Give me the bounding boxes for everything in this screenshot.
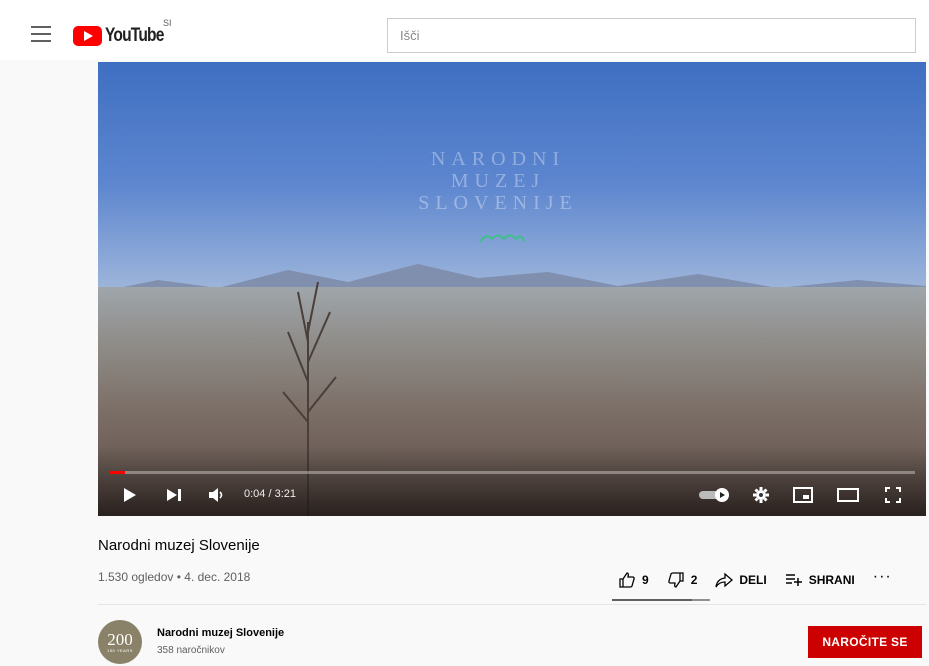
miniplayer-button[interactable] xyxy=(792,485,814,505)
share-icon xyxy=(715,572,734,588)
video-player[interactable]: NARODNI MUZEJ SLOVENIJE 0:04 / 3:21 xyxy=(98,62,926,516)
playlist-add-icon xyxy=(785,574,802,586)
autoplay-toggle-icon xyxy=(699,488,729,502)
thumbs-down-icon xyxy=(667,572,684,588)
divider xyxy=(98,604,926,605)
share-button[interactable]: DELI xyxy=(715,572,767,588)
next-button[interactable] xyxy=(164,485,184,505)
channel-avatar[interactable]: 200 150 YEARS xyxy=(98,620,142,664)
fullscreen-button[interactable] xyxy=(882,485,904,505)
video-overlay-title: NARODNI MUZEJ SLOVENIJE xyxy=(418,148,578,214)
progress-played xyxy=(109,471,126,474)
volume-button[interactable] xyxy=(206,485,228,505)
autoplay-toggle[interactable] xyxy=(698,485,732,505)
progress-bar[interactable] xyxy=(109,471,915,474)
play-icon xyxy=(124,488,136,502)
avatar-logo-subtext: 150 YEARS xyxy=(107,647,133,653)
more-actions-button[interactable]: ··· xyxy=(873,568,892,586)
video-actions: 9 2 DELI SHRANI ··· xyxy=(618,568,892,592)
controls-gradient xyxy=(98,446,926,516)
play-logo-icon xyxy=(73,26,102,46)
theater-mode-button[interactable] xyxy=(836,485,860,505)
video-title: Narodni muzej Slovenije xyxy=(98,537,260,554)
like-count: 9 xyxy=(642,573,649,587)
menu-icon[interactable] xyxy=(31,26,51,42)
masthead: YouTube SI xyxy=(0,0,929,60)
youtube-logo[interactable]: YouTube SI xyxy=(73,18,176,46)
sentiment-like-fill xyxy=(612,599,693,601)
logo-text: YouTube xyxy=(105,25,164,46)
gear-icon xyxy=(753,487,769,503)
sentiment-bar xyxy=(612,599,710,601)
fullscreen-icon xyxy=(885,487,901,503)
video-meta: 1.530 ogledov • 4. dec. 2018 xyxy=(98,570,251,584)
channel-name[interactable]: Narodni muzej Slovenije xyxy=(157,627,284,639)
save-button[interactable]: SHRANI xyxy=(785,573,855,587)
subscribe-button[interactable]: NAROČITE SE xyxy=(808,626,922,658)
country-code: SI xyxy=(163,18,172,28)
miniplayer-icon xyxy=(793,487,813,503)
search-box xyxy=(387,18,916,53)
next-icon xyxy=(167,489,181,501)
play-button[interactable] xyxy=(120,485,140,505)
share-label: DELI xyxy=(739,573,767,587)
settings-button[interactable] xyxy=(750,485,772,505)
search-input[interactable] xyxy=(388,19,915,52)
volume-icon xyxy=(209,488,223,502)
theater-icon xyxy=(837,488,859,502)
subscriber-count: 358 naročnikov xyxy=(157,645,225,656)
dislike-count: 2 xyxy=(690,573,698,587)
dislike-button[interactable]: 2 xyxy=(667,571,698,589)
like-button[interactable]: 9 xyxy=(618,571,649,589)
time-display: 0:04 / 3:21 xyxy=(244,488,296,500)
thumbs-up-icon xyxy=(619,572,635,588)
save-label: SHRANI xyxy=(808,573,855,587)
museum-emblem-icon xyxy=(479,234,525,243)
avatar-logo-text: 200 xyxy=(107,629,133,649)
